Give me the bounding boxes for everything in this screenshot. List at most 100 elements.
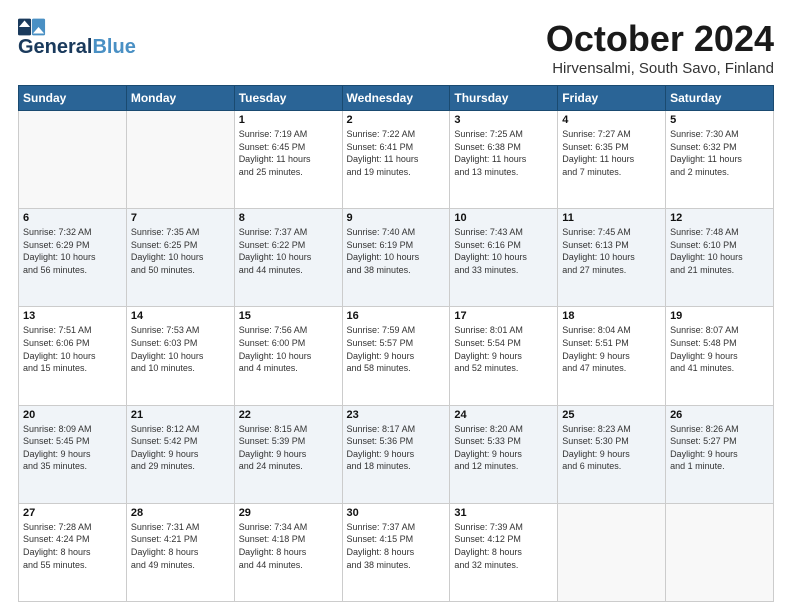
calendar-cell: 27Sunrise: 7:28 AMSunset: 4:24 PMDayligh… — [19, 503, 127, 601]
day-number: 13 — [23, 310, 122, 322]
day-number: 21 — [131, 409, 230, 421]
weekday-header: Thursday — [450, 86, 558, 111]
calendar-cell: 10 Sunrise: 7:43 AMSunset: 6:16 PMDayligh… — [450, 209, 558, 307]
calendar-cell — [126, 111, 234, 209]
calendar-cell: 31 Sunrise: 7:39 AMSunset: 4:12 PMDayligh… — [450, 503, 558, 601]
day-number: 22 — [239, 409, 338, 421]
calendar-cell: 18 Sunrise: 8:04 AMSunset: 5:51 PMDayligh… — [558, 307, 666, 405]
day-info: Sunrise: 7:35 AMSunset: 6:25 PMDaylight:… — [131, 226, 230, 276]
calendar-cell: 7Sunrise: 7:35 AMSunset: 6:25 PMDaylight… — [126, 209, 234, 307]
calendar-cell: 5 Sunrise: 7:30 AMSunset: 6:32 PMDaylight… — [666, 111, 774, 209]
calendar-cell: 29 Sunrise: 7:34 AMSunset: 4:18 PMDayligh… — [234, 503, 342, 601]
header: General Blue October 2024 Hirvensalmi, S… — [18, 18, 774, 77]
calendar-cell — [666, 503, 774, 601]
calendar-cell: 17 Sunrise: 8:01 AMSunset: 5:54 PMDayligh… — [450, 307, 558, 405]
calendar-week-row: 27Sunrise: 7:28 AMSunset: 4:24 PMDayligh… — [19, 503, 774, 601]
calendar-cell: 9 Sunrise: 7:40 AMSunset: 6:19 PMDaylight… — [342, 209, 450, 307]
calendar-cell: 30Sunrise: 7:37 AMSunset: 4:15 PMDayligh… — [342, 503, 450, 601]
calendar-cell: 23 Sunrise: 8:17 AMSunset: 5:36 PMDayligh… — [342, 405, 450, 503]
day-info: Sunrise: 7:45 AMSunset: 6:13 PMDaylight:… — [562, 226, 661, 276]
day-info: Sunrise: 7:43 AMSunset: 6:16 PMDaylight:… — [454, 226, 553, 276]
day-info: Sunrise: 7:34 AMSunset: 4:18 PMDaylight:… — [239, 521, 338, 571]
month-title: October 2024 — [546, 18, 774, 60]
day-number: 29 — [239, 507, 338, 519]
day-info: Sunrise: 7:27 AMSunset: 6:35 PMDaylight:… — [562, 128, 661, 178]
day-info: Sunrise: 7:40 AMSunset: 6:19 PMDaylight:… — [347, 226, 446, 276]
day-number: 19 — [670, 310, 769, 322]
calendar-cell: 14Sunrise: 7:53 AMSunset: 6:03 PMDayligh… — [126, 307, 234, 405]
calendar-cell: 11Sunrise: 7:45 AMSunset: 6:13 PMDayligh… — [558, 209, 666, 307]
calendar-cell — [558, 503, 666, 601]
location-subtitle: Hirvensalmi, South Savo, Finland — [546, 60, 774, 77]
day-number: 23 — [347, 409, 446, 421]
day-number: 10 — [454, 212, 553, 224]
day-number: 18 — [562, 310, 661, 322]
calendar-cell: 2Sunrise: 7:22 AMSunset: 6:41 PMDaylight… — [342, 111, 450, 209]
day-info: Sunrise: 7:59 AMSunset: 5:57 PMDaylight:… — [347, 324, 446, 374]
day-number: 8 — [239, 212, 338, 224]
day-info: Sunrise: 8:09 AMSunset: 5:45 PMDaylight:… — [23, 423, 122, 473]
day-number: 27 — [23, 507, 122, 519]
day-number: 17 — [454, 310, 553, 322]
calendar-cell: 21Sunrise: 8:12 AMSunset: 5:42 PMDayligh… — [126, 405, 234, 503]
day-number: 3 — [454, 114, 553, 126]
day-info: Sunrise: 8:04 AMSunset: 5:51 PMDaylight:… — [562, 324, 661, 374]
calendar-cell: 13 Sunrise: 7:51 AMSunset: 6:06 PMDayligh… — [19, 307, 127, 405]
day-info: Sunrise: 8:26 AMSunset: 5:27 PMDaylight:… — [670, 423, 769, 473]
day-number: 9 — [347, 212, 446, 224]
weekday-header: Sunday — [19, 86, 127, 111]
day-info: Sunrise: 8:15 AMSunset: 5:39 PMDaylight:… — [239, 423, 338, 473]
calendar-week-row: 13 Sunrise: 7:51 AMSunset: 6:06 PMDayligh… — [19, 307, 774, 405]
day-info: Sunrise: 8:23 AMSunset: 5:30 PMDaylight:… — [562, 423, 661, 473]
logo-blue: Blue — [92, 36, 135, 59]
calendar-cell: 16 Sunrise: 7:59 AMSunset: 5:57 PMDayligh… — [342, 307, 450, 405]
day-number: 1 — [239, 114, 338, 126]
day-info: Sunrise: 7:51 AMSunset: 6:06 PMDaylight:… — [23, 324, 122, 374]
day-info: Sunrise: 7:39 AMSunset: 4:12 PMDaylight:… — [454, 521, 553, 571]
calendar-cell: 1 Sunrise: 7:19 AMSunset: 6:45 PMDaylight… — [234, 111, 342, 209]
day-number: 20 — [23, 409, 122, 421]
day-info: Sunrise: 7:37 AMSunset: 6:22 PMDaylight:… — [239, 226, 338, 276]
day-number: 12 — [670, 212, 769, 224]
day-info: Sunrise: 8:01 AMSunset: 5:54 PMDaylight:… — [454, 324, 553, 374]
day-info: Sunrise: 7:56 AMSunset: 6:00 PMDaylight:… — [239, 324, 338, 374]
day-number: 16 — [347, 310, 446, 322]
weekday-header: Wednesday — [342, 86, 450, 111]
day-number: 31 — [454, 507, 553, 519]
calendar-cell — [19, 111, 127, 209]
weekday-header: Tuesday — [234, 86, 342, 111]
day-number: 6 — [23, 212, 122, 224]
day-number: 28 — [131, 507, 230, 519]
calendar-cell: 24Sunrise: 8:20 AMSunset: 5:33 PMDayligh… — [450, 405, 558, 503]
calendar-cell: 25 Sunrise: 8:23 AMSunset: 5:30 PMDayligh… — [558, 405, 666, 503]
day-info: Sunrise: 7:32 AMSunset: 6:29 PMDaylight:… — [23, 226, 122, 276]
logo-general: General — [18, 36, 92, 59]
day-number: 14 — [131, 310, 230, 322]
day-info: Sunrise: 8:17 AMSunset: 5:36 PMDaylight:… — [347, 423, 446, 473]
logo-icon — [18, 18, 46, 36]
calendar-cell: 20 Sunrise: 8:09 AMSunset: 5:45 PMDayligh… — [19, 405, 127, 503]
title-block: October 2024 Hirvensalmi, South Savo, Fi… — [546, 18, 774, 77]
calendar-cell: 19 Sunrise: 8:07 AMSunset: 5:48 PMDayligh… — [666, 307, 774, 405]
day-info: Sunrise: 7:19 AMSunset: 6:45 PMDaylight:… — [239, 128, 338, 178]
weekday-header: Friday — [558, 86, 666, 111]
calendar-week-row: 6 Sunrise: 7:32 AMSunset: 6:29 PMDaylight… — [19, 209, 774, 307]
day-number: 5 — [670, 114, 769, 126]
day-info: Sunrise: 7:25 AMSunset: 6:38 PMDaylight:… — [454, 128, 553, 178]
weekday-header: Saturday — [666, 86, 774, 111]
weekday-header: Monday — [126, 86, 234, 111]
calendar-cell: 12 Sunrise: 7:48 AMSunset: 6:10 PMDayligh… — [666, 209, 774, 307]
day-info: Sunrise: 7:22 AMSunset: 6:41 PMDaylight:… — [347, 128, 446, 178]
calendar-cell: 3 Sunrise: 7:25 AMSunset: 6:38 PMDaylight… — [450, 111, 558, 209]
day-number: 4 — [562, 114, 661, 126]
day-number: 30 — [347, 507, 446, 519]
day-number: 24 — [454, 409, 553, 421]
day-number: 25 — [562, 409, 661, 421]
day-info: Sunrise: 7:48 AMSunset: 6:10 PMDaylight:… — [670, 226, 769, 276]
calendar-cell: 6 Sunrise: 7:32 AMSunset: 6:29 PMDaylight… — [19, 209, 127, 307]
calendar-table: SundayMondayTuesdayWednesdayThursdayFrid… — [18, 85, 774, 602]
day-info: Sunrise: 8:07 AMSunset: 5:48 PMDaylight:… — [670, 324, 769, 374]
day-info: Sunrise: 7:30 AMSunset: 6:32 PMDaylight:… — [670, 128, 769, 178]
calendar-cell: 22 Sunrise: 8:15 AMSunset: 5:39 PMDayligh… — [234, 405, 342, 503]
calendar-week-row: 1 Sunrise: 7:19 AMSunset: 6:45 PMDaylight… — [19, 111, 774, 209]
